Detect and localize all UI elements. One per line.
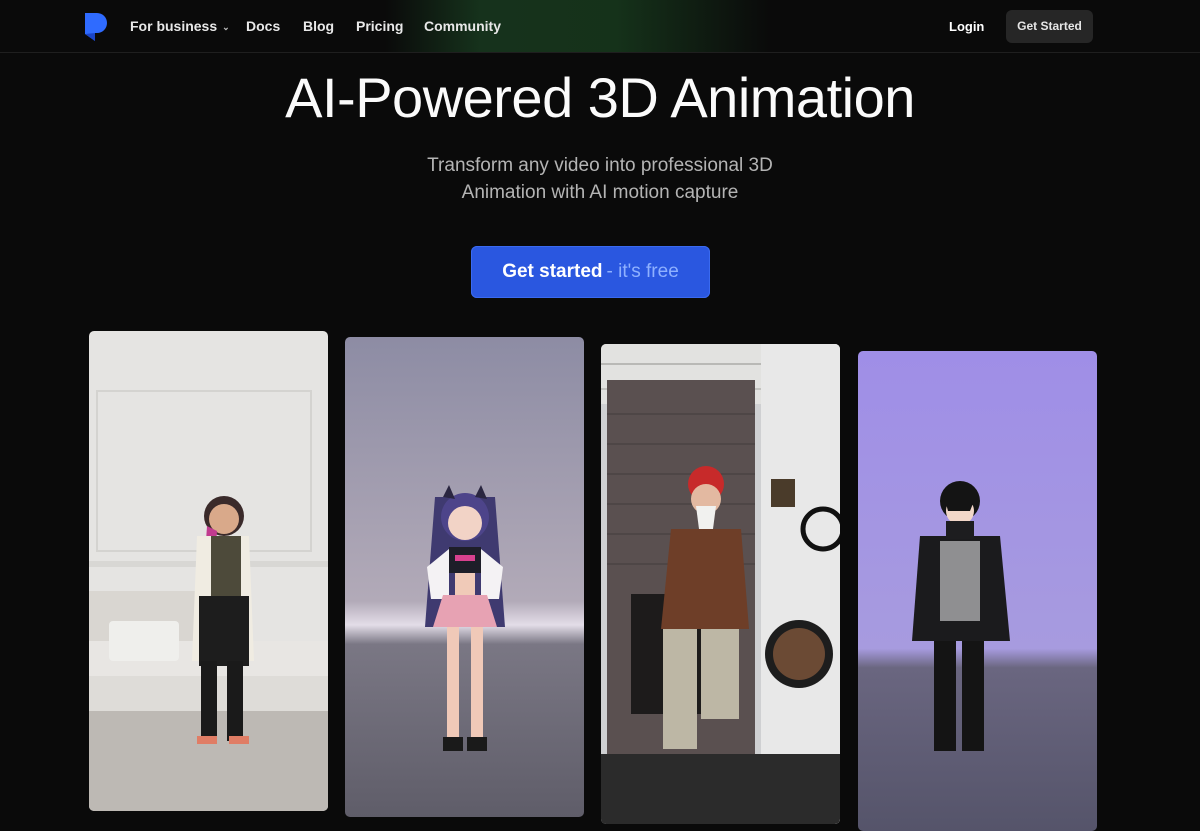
brand-logo-icon[interactable] [84, 12, 108, 42]
showcase-video-2[interactable] [601, 344, 840, 824]
nav-docs[interactable]: Docs [246, 17, 280, 35]
hero-title: AI-Powered 3D Animation [285, 66, 915, 129]
showcase-video-1[interactable] [89, 331, 328, 811]
showcase-avatar-2[interactable] [858, 351, 1097, 831]
cta-free-label: - it's free [606, 261, 679, 282]
anime-boy-avatar-image [858, 351, 1097, 831]
login-link[interactable]: Login [949, 18, 984, 36]
top-navigation: For business ⌄ Docs Blog Pricing Communit… [0, 0, 1200, 53]
showcase-avatar-1[interactable] [345, 337, 584, 817]
get-started-free-button[interactable]: Get started - it's free [471, 246, 710, 298]
nav-pricing[interactable]: Pricing [356, 17, 403, 35]
hero-subtitle-line-2: Animation with AI motion capture [461, 182, 739, 203]
chevron-down-icon: ⌄ [222, 22, 230, 32]
hero-subtitle-line-1: Transform any video into professional 3D [427, 155, 773, 176]
nav-community[interactable]: Community [424, 17, 501, 35]
anime-girl-avatar-image [345, 337, 584, 817]
nav-for-business[interactable]: For business ⌄ [130, 17, 230, 36]
man-dancing-image [601, 344, 840, 824]
nav-blog[interactable]: Blog [303, 17, 334, 35]
cta-main-label: Get started [502, 261, 603, 282]
nav-for-business-label: For business [130, 18, 218, 34]
woman-dancing-image [89, 331, 328, 811]
get-started-nav-button[interactable]: Get Started [1006, 10, 1093, 43]
